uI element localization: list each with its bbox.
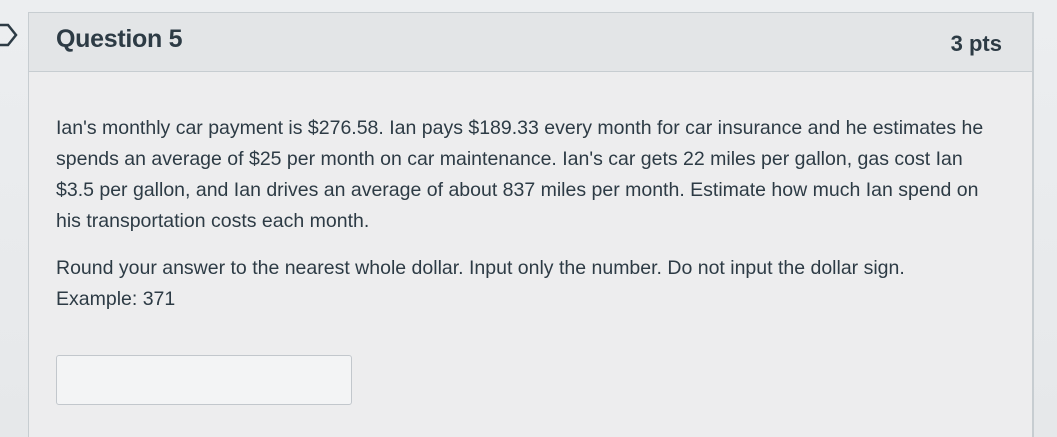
- question-points: 3 pts: [950, 31, 1002, 56]
- flag-icon[interactable]: [0, 22, 20, 48]
- quiz-page: Question 5 3 pts Ian's monthly car payme…: [0, 0, 1057, 437]
- question-card: Question 5 3 pts Ian's monthly car payme…: [28, 12, 1034, 437]
- question-header: Question 5 3 pts: [29, 13, 1032, 72]
- question-text: Ian's monthly car payment is $276.58. Ia…: [56, 113, 986, 331]
- question-paragraph-2: Round your answer to the nearest whole d…: [56, 257, 905, 310]
- question-paragraph-1: Ian's monthly car payment is $276.58. Ia…: [56, 117, 984, 232]
- answer-input[interactable]: [56, 355, 352, 405]
- question-title: Question 5: [56, 25, 183, 53]
